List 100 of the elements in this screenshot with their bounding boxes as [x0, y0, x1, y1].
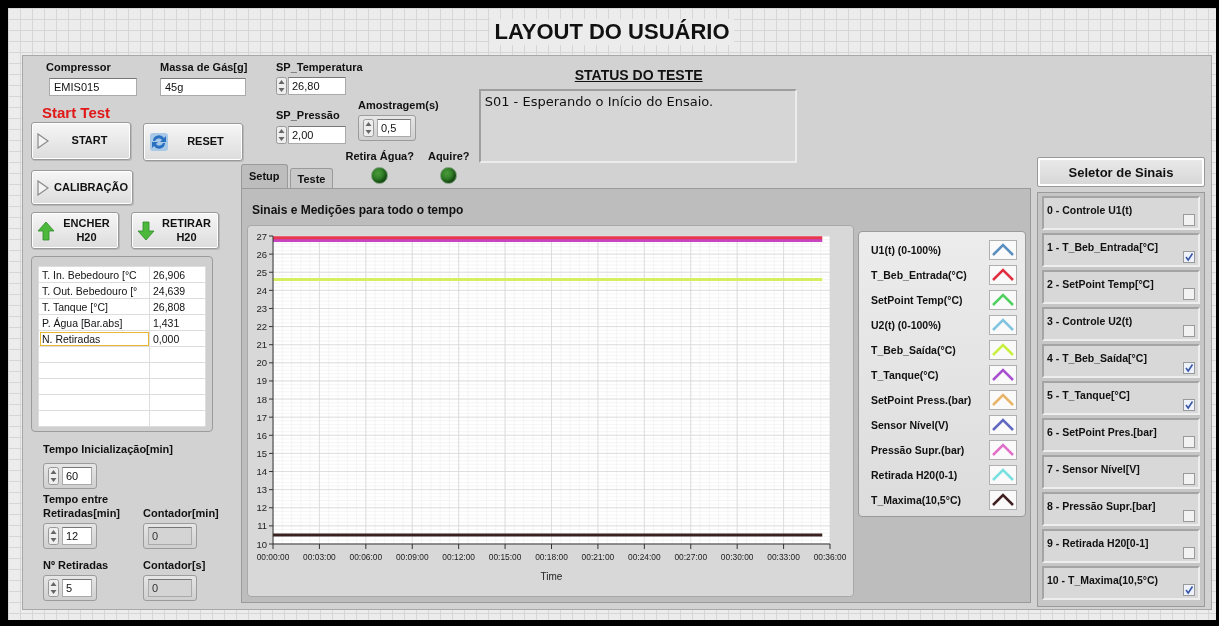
numeric-field[interactable]: 12 — [43, 523, 97, 550]
tab[interactable]: Teste — [289, 168, 334, 188]
checkbox[interactable] — [1183, 547, 1195, 559]
table-cell: 26,906 — [149, 266, 206, 283]
axis-tick-label: 11 — [257, 520, 267, 532]
fill-button[interactable]: ENCHER H20 — [31, 212, 119, 250]
line-swatch-icon — [989, 314, 1017, 335]
checkbox[interactable] — [1183, 325, 1195, 337]
table-cell: 0,000 — [149, 330, 206, 347]
line-swatch-icon — [989, 414, 1017, 435]
checkbox[interactable] — [1183, 399, 1195, 411]
axis-tick-label: 18 — [256, 393, 267, 405]
axis-title: Time — [540, 571, 563, 582]
axis-tick-label: 00:27:00 — [674, 552, 708, 562]
field-label: SP_Temperatura — [276, 60, 363, 75]
axis-tick-label: 19 — [256, 375, 267, 387]
table-cell: 26,808 — [149, 298, 206, 315]
checkbox[interactable] — [1183, 584, 1195, 596]
axis-tick-label: 23 — [256, 302, 267, 314]
table-cell[interactable]: T. Out. Bebedouro [° — [38, 282, 150, 299]
axis-tick-label: 00:06:00 — [349, 552, 383, 562]
field-label: Nº Retiradas — [43, 558, 109, 573]
play-icon — [37, 179, 49, 196]
signal-label: 0 - Controle U1(t) — [1047, 204, 1133, 216]
numeric-field[interactable]: 5 — [43, 575, 97, 602]
field-label: Tempo entre Retiradas[min] — [43, 491, 122, 521]
table-cell[interactable]: P. Água [Bar.abs] — [38, 314, 150, 331]
signal-label: 9 - Retirada H20[0-1] — [1047, 537, 1149, 549]
signal-label: 2 - SetPoint Temp[°C] — [1047, 278, 1154, 290]
reset-button[interactable]: RESET — [143, 123, 243, 162]
table-cell: 24,639 — [149, 282, 206, 299]
signal-label: 6 - SetPoint Pres.[bar] — [1047, 426, 1157, 438]
legend-label: Retirada H20(0-1) — [871, 468, 958, 481]
axis-tick-label: 00:15:00 — [488, 552, 522, 562]
axis-tick-label: 00:21:00 — [581, 552, 615, 562]
numeric-field[interactable]: 0,5 — [358, 115, 416, 142]
legend-label: SetPoint Temp(°C) — [871, 293, 963, 306]
numeric-field[interactable]: 60 — [43, 462, 97, 489]
axis-tick-label: 00:18:00 — [535, 552, 568, 562]
spinner-icon[interactable] — [363, 119, 374, 138]
calibration-button[interactable]: CALIBRAÇÃO — [31, 170, 133, 206]
line-swatch-icon — [989, 464, 1017, 485]
legend-label: SetPoint Press.(bar) — [871, 393, 972, 406]
axis-tick-label: 00:12:00 — [442, 552, 475, 562]
axis-tick-label: 14 — [256, 466, 267, 478]
checkbox[interactable] — [1183, 288, 1195, 300]
axis-tick-label: 25 — [256, 266, 267, 278]
field-label: Contador[min] — [143, 505, 219, 521]
table-cell[interactable]: T. Tanque [°C] — [38, 298, 150, 315]
spinner-icon[interactable] — [48, 466, 59, 485]
line-swatch-icon — [989, 239, 1017, 260]
start-button[interactable]: START — [31, 122, 131, 161]
axis-tick-label: 00:03:00 — [303, 552, 336, 562]
tab[interactable]: Setup — [241, 164, 288, 188]
text-field[interactable]: EMIS015 — [49, 78, 137, 97]
line-swatch-icon — [989, 339, 1017, 360]
drain-button[interactable]: RETIRAR H20 — [131, 212, 219, 250]
selector-header: Seletor de Sinais — [1037, 157, 1205, 187]
legend-label: Sensor Nível(V) — [871, 418, 949, 431]
signal-label: 7 - Sensor Nível[V] — [1047, 463, 1140, 475]
field-label: Contador[s] — [143, 558, 206, 573]
table-cell[interactable]: N. Retiradas — [38, 330, 150, 347]
axis-tick-label: 00:24:00 — [628, 552, 661, 562]
legend-label: U2(t) (0-100%) — [871, 318, 941, 331]
axis-tick-label: 16 — [256, 429, 267, 441]
legend-label: T_Maxima(10,5°C) — [871, 493, 961, 506]
axis-tick-label: 22 — [256, 321, 267, 333]
spinner-icon[interactable] — [276, 125, 287, 144]
spinner-icon[interactable] — [48, 579, 59, 598]
axis-tick-label: 21 — [256, 339, 267, 351]
axis-tick-label: 20 — [256, 357, 267, 369]
table-cell: 1,431 — [149, 314, 206, 331]
spinner-icon[interactable] — [276, 77, 287, 96]
axis-tick-label: 17 — [256, 411, 267, 423]
signal-label: 3 - Controle U2(t) — [1047, 315, 1133, 327]
chart-title: Sinais e Medições para todo o tempo — [252, 203, 465, 217]
table-cell[interactable]: T. In. Bebedouro [°C — [38, 266, 150, 283]
axis-tick-label: 12 — [256, 502, 267, 514]
axis-tick-label: 13 — [256, 484, 267, 496]
line-swatch-icon — [989, 489, 1017, 510]
checkbox[interactable] — [1183, 214, 1195, 226]
text-field[interactable]: 45g — [160, 78, 246, 97]
field-label: Tempo Inicialização[min] — [43, 442, 173, 457]
checkbox[interactable] — [1183, 251, 1195, 263]
line-swatch-icon — [989, 264, 1017, 285]
checkbox[interactable] — [1183, 436, 1195, 448]
checkbox[interactable] — [1183, 473, 1195, 485]
checkbox[interactable] — [1183, 510, 1195, 522]
checkbox[interactable] — [1183, 362, 1195, 374]
legend-label: U1(t) (0-100%) — [871, 243, 941, 256]
signal-label: 1 - T_Beb_Entrada[°C] — [1047, 241, 1158, 253]
down-arrow-icon — [137, 220, 155, 241]
axis-tick-label: 15 — [256, 447, 267, 459]
spinner-icon[interactable] — [48, 527, 59, 546]
legend-label: Pressão Supr.(bar) — [871, 443, 965, 456]
field-label: Amostragem(s) — [358, 98, 439, 113]
axis-tick-label: 00:09:00 — [395, 552, 429, 562]
signal-label: 4 - T_Beb_Saída[°C] — [1047, 352, 1147, 364]
axis-tick-label: 00:00:00 — [256, 552, 290, 562]
axis-tick-label: 00:36:00 — [813, 552, 847, 562]
